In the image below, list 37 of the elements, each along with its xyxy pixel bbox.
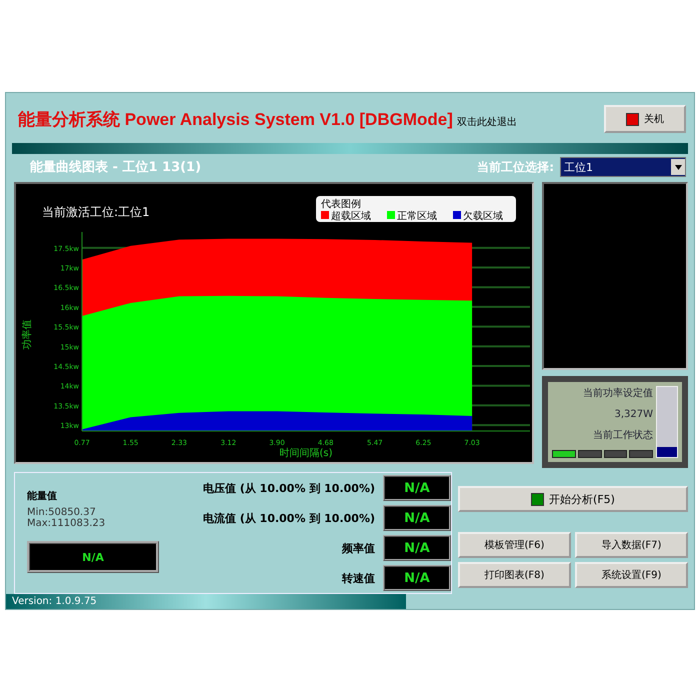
chart-section-title: 能量曲线图表 - 工位1 13(1)	[30, 159, 202, 176]
start-analysis-button[interactable]: 开始分析(F5)	[458, 486, 688, 512]
chart-heading: 当前激活工位:工位1	[42, 205, 150, 220]
x-axis-title: 时间间隔(s)	[280, 448, 332, 460]
reading-display: N/A	[383, 475, 451, 502]
reading-display: N/A	[383, 565, 451, 592]
reading-label: 转速值	[342, 570, 375, 586]
energy-label: 能量值	[27, 490, 58, 504]
energy-max: Max:111083.23	[27, 518, 106, 530]
function-button[interactable]: 打印图表(F8)	[458, 562, 571, 588]
y-axis-title: 功率值	[22, 320, 33, 350]
reading-label: 电流值 (从 10.00% 到 10.00%)	[202, 510, 375, 526]
function-button[interactable]: 模板管理(F6)	[458, 532, 571, 558]
reading-display: N/A	[383, 535, 451, 562]
shutdown-button[interactable]: 关机	[604, 105, 686, 133]
energy-min: Min:50850.37	[27, 507, 97, 518]
station-select[interactable]: 工位1	[560, 157, 686, 178]
app-title: 能量分析系统 Power Analysis System V1.0 [DBGMode]	[18, 108, 453, 130]
legend-label: 正常区域	[397, 210, 437, 222]
function-button[interactable]: 导入数据(F7)	[575, 532, 688, 558]
reading-display: N/A	[383, 505, 451, 532]
state-label: 当前工作状态	[593, 428, 653, 442]
setpoint-value: 3,327W	[614, 408, 653, 420]
reading-label: 频率值	[342, 540, 375, 556]
setpoint-label: 当前功率设定值	[583, 386, 653, 400]
legend-label: 欠载区域	[463, 210, 503, 222]
station-label: 当前工位选择:	[477, 158, 554, 176]
square-icon	[626, 112, 639, 126]
energy-display: N/A	[27, 541, 159, 574]
chart-legend: 代表图例 超载区域 正常区域 欠载区域	[316, 196, 516, 222]
caret-icon	[671, 159, 685, 176]
reading-label: 电压值 (从 10.00% 到 10.00%)	[202, 480, 375, 496]
overlay-note: 双击此处退出	[456, 116, 517, 128]
square-icon	[531, 492, 544, 506]
function-button[interactable]: 系统设置(F9)	[575, 562, 688, 588]
legend-label: 超载区域	[331, 210, 371, 222]
version-text: Version: 1.0.9.75	[12, 596, 97, 608]
